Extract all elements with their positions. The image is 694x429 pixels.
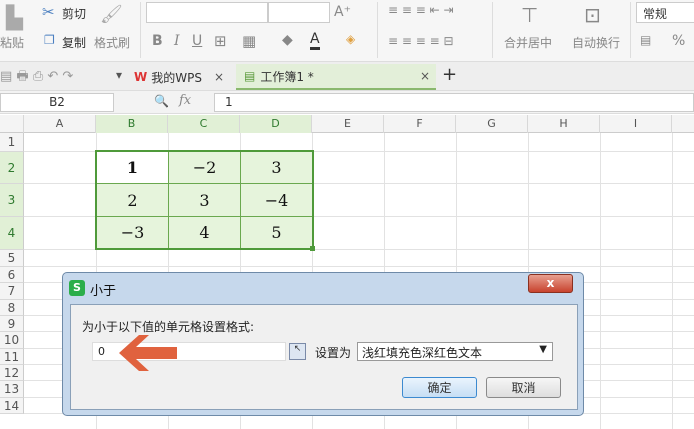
- tab-my-wps[interactable]: W 我的WPS ×: [134, 64, 234, 90]
- formula-input[interactable]: 1: [214, 93, 694, 112]
- quick-access-icons[interactable]: ▤ 🖶 ⎙ ↶ ↷: [0, 67, 73, 89]
- row-header[interactable]: 7: [0, 283, 24, 300]
- format-select-value: 浅红填充色深红色文本: [362, 346, 483, 360]
- bold-button[interactable]: B: [152, 33, 163, 49]
- column-header[interactable]: H: [528, 115, 600, 133]
- column-header[interactable]: E: [312, 115, 384, 133]
- align-horizontal-icons[interactable]: ≡ ≡ ≡ ≡ ⊟: [388, 34, 454, 48]
- row-header[interactable]: 14: [0, 398, 24, 414]
- paste-button[interactable]: 粘贴: [0, 34, 24, 51]
- row-header[interactable]: 1: [0, 133, 24, 152]
- row-header[interactable]: 4: [0, 217, 24, 250]
- column-headers: A B C D E F G H I: [0, 115, 694, 133]
- chevron-down-icon: ▼: [539, 344, 547, 355]
- selection-border: [95, 150, 314, 250]
- wrap-text-button[interactable]: 自动换行: [572, 34, 620, 51]
- merge-center-icon[interactable]: ⊤: [521, 3, 538, 27]
- italic-button[interactable]: I: [174, 33, 180, 49]
- dialog-title: 小于: [90, 284, 117, 299]
- underline-button[interactable]: U: [192, 33, 202, 49]
- tab-label: 工作簿1 *: [260, 69, 314, 84]
- tab-workbook[interactable]: ▤ 工作簿1 * ×: [236, 64, 436, 90]
- row-header[interactable]: 2: [0, 152, 24, 184]
- spreadsheet-icon: ▤: [244, 69, 256, 83]
- format-painter-icon: 🖌: [100, 4, 123, 25]
- number-format-select[interactable]: 常规: [636, 2, 694, 23]
- new-tab-button[interactable]: +: [442, 64, 457, 85]
- range-picker-button[interactable]: ↖: [289, 343, 306, 360]
- close-button[interactable]: x: [528, 274, 573, 293]
- ribbon: ▙ 粘贴 ✂ 剪切 ❐ 复制 🖌 格式刷 A⁺ B I U ⊞ ▦ ◆ A ◈ …: [0, 0, 694, 62]
- annotation-arrow-icon: [119, 335, 177, 371]
- cell-style-icon[interactable]: ▦: [242, 32, 256, 50]
- row-header[interactable]: 10: [0, 332, 24, 349]
- row-header[interactable]: 8: [0, 300, 24, 316]
- formula-bar: B2 🔍 fx 1: [0, 90, 694, 114]
- wps-spreadsheet-icon: S: [69, 280, 85, 296]
- border-icon[interactable]: ⊞: [214, 32, 227, 50]
- row-header[interactable]: 6: [0, 267, 24, 283]
- column-header[interactable]: C: [168, 115, 240, 133]
- row-header[interactable]: 13: [0, 381, 24, 398]
- font-name-select[interactable]: [146, 2, 268, 23]
- set-as-label: 设置为: [315, 346, 352, 360]
- copy-button[interactable]: 复制: [62, 34, 86, 51]
- format-painter-button[interactable]: 格式刷: [94, 34, 130, 51]
- zoom-search-icon[interactable]: 🔍: [154, 94, 169, 108]
- font-color-button[interactable]: A: [310, 31, 320, 50]
- column-header[interactable]: A: [24, 115, 96, 133]
- copy-icon: ❐: [44, 33, 55, 47]
- function-button[interactable]: fx: [179, 93, 191, 108]
- merge-center-button[interactable]: 合并居中: [504, 34, 552, 51]
- column-header[interactable]: F: [384, 115, 456, 133]
- tab-bar: ▤ 🖶 ⎙ ↶ ↷ ▾ W 我的WPS × ▤ 工作簿1 * × +: [0, 62, 694, 90]
- row-header[interactable]: 11: [0, 349, 24, 365]
- dropdown-icon[interactable]: ▾: [116, 68, 122, 82]
- fill-handle[interactable]: [310, 246, 315, 251]
- row-header[interactable]: 12: [0, 365, 24, 381]
- row-header[interactable]: 9: [0, 316, 24, 332]
- wrap-text-icon[interactable]: ⊡: [584, 3, 601, 27]
- column-header[interactable]: I: [600, 115, 672, 133]
- name-box[interactable]: B2: [0, 93, 114, 112]
- percent-button[interactable]: %: [672, 33, 685, 49]
- cancel-button[interactable]: 取消: [486, 377, 561, 398]
- fill-color-icon[interactable]: ◆: [282, 32, 293, 48]
- close-icon[interactable]: ×: [420, 69, 430, 83]
- font-size-select[interactable]: [268, 2, 330, 23]
- font-grow-icon[interactable]: A⁺: [334, 4, 351, 20]
- currency-icon[interactable]: ▤: [640, 33, 651, 47]
- column-header[interactable]: G: [456, 115, 528, 133]
- column-header[interactable]: D: [240, 115, 312, 133]
- less-than-dialog: S 小于 x 为小于以下值的单元格设置格式: 0 ↖ 设置为 浅红填充色深红色文…: [62, 272, 584, 416]
- scissors-icon: ✂: [42, 3, 55, 21]
- row-header[interactable]: 3: [0, 184, 24, 217]
- cut-button[interactable]: 剪切: [62, 5, 86, 22]
- align-top-icon[interactable]: ≡ ≡ ≡ ⇤ ⇥: [388, 3, 454, 17]
- wps-logo-icon: W: [134, 70, 148, 84]
- dialog-prompt: 为小于以下值的单元格设置格式:: [82, 320, 255, 334]
- clear-format-icon[interactable]: ◈: [346, 32, 355, 46]
- tab-label: 我的WPS: [151, 70, 202, 85]
- paste-icon[interactable]: ▙: [6, 6, 23, 31]
- ok-button[interactable]: 确定: [402, 377, 477, 398]
- close-icon[interactable]: ×: [214, 70, 224, 84]
- row-header[interactable]: 5: [0, 250, 24, 267]
- format-select[interactable]: 浅红填充色深红色文本 ▼: [357, 342, 553, 361]
- column-header[interactable]: B: [96, 115, 168, 133]
